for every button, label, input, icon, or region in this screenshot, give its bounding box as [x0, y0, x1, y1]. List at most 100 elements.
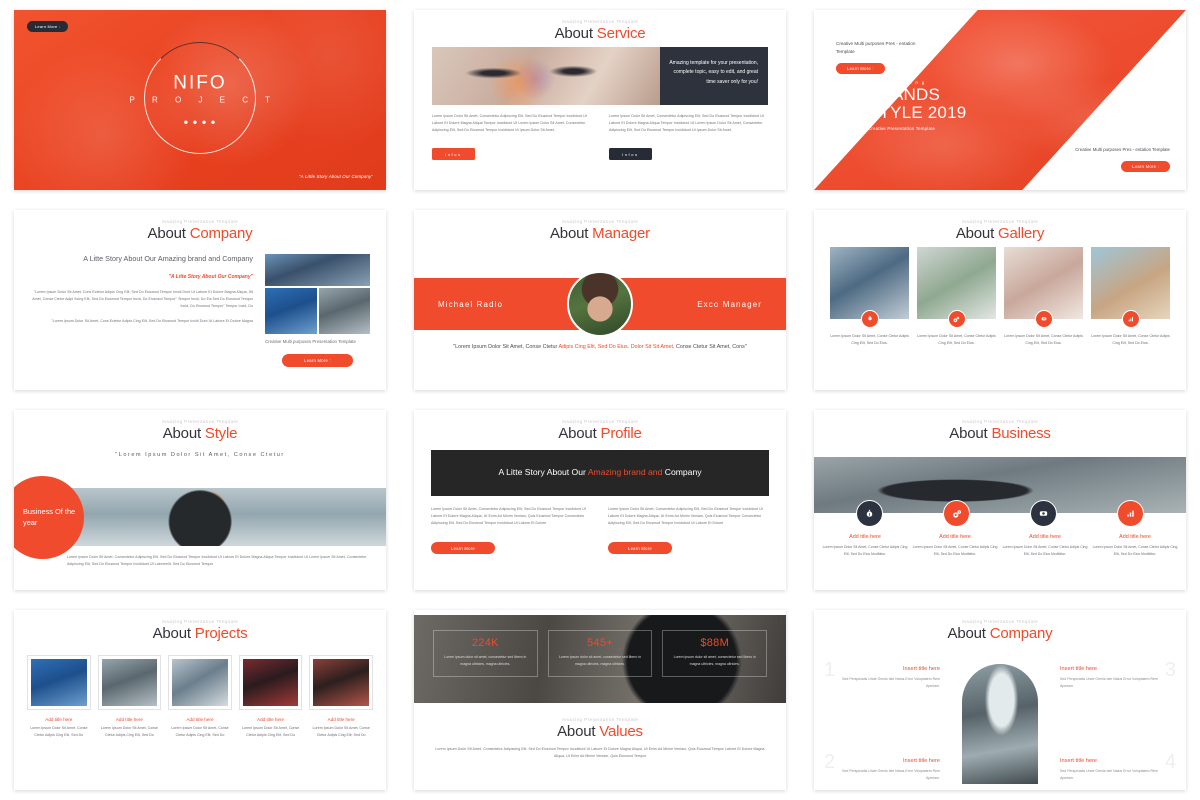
- stat-desc: Lorem ipsum dolor sit amet, consectetur …: [444, 655, 527, 666]
- slide-about-projects[interactable]: Amazing Presentation Template About Proj…: [14, 610, 386, 790]
- text-column: A Litte Story About Our Amazing brand an…: [30, 254, 253, 367]
- infos-button-dark[interactable]: Infos: [609, 147, 652, 161]
- body-left: Lorem Ipsum Dolor Sit Amet, Consectetur …: [432, 114, 587, 133]
- headline-block: p r e s e n t i n g BRANDS STYLE 2019 Cr…: [868, 80, 966, 131]
- hero-photo: [54, 488, 386, 546]
- projects-row: Add title here Lorem Ipsum Dolor Sit Ame…: [27, 655, 373, 740]
- page-title: About Company: [14, 226, 386, 241]
- stat-card: 545+ Lorem ipsum dolor sit amet, consect…: [547, 630, 653, 677]
- item-desc: Sed Perspiciatis Unde Omnis Iste Natus E…: [1060, 769, 1158, 780]
- title-plain: About: [162, 425, 201, 442]
- gallery-caption: Lorem Ipsum Dolor Sit Amet, Conse Ctetur…: [830, 334, 909, 345]
- project-item[interactable]: Add title here Lorem Ipsum Dolor Sit Ame…: [97, 655, 162, 740]
- slide-about-values[interactable]: 224K Lorem ipsum dolor sit amet, consect…: [414, 610, 786, 790]
- gallery-item[interactable]: Lorem Ipsum Dolor Sit Amet, Conse Ctetur…: [1091, 247, 1170, 347]
- bottom-learn-more-button[interactable]: Learn More :: [1121, 160, 1170, 173]
- title-plain: About: [152, 625, 191, 642]
- page-title: About Style: [14, 426, 386, 441]
- chat-icon[interactable]: [1030, 500, 1057, 527]
- page-title: About Profile: [414, 426, 786, 441]
- item-desc: Sed Perspiciatis Unde Omnis Iste Natus E…: [1060, 677, 1158, 688]
- item-number: 1: [824, 659, 836, 681]
- body-columns: Lorem Ipsum Dolor Sit Amet, Consectetur …: [432, 113, 768, 135]
- project-desc: Lorem Ipsum Dolor Sit Amet, Conse Ctetur…: [312, 726, 370, 738]
- chart-icon[interactable]: [1117, 500, 1144, 527]
- slide-about-service[interactable]: Amazing Presentation Template About Serv…: [414, 10, 786, 190]
- stats-row: 224K Lorem ipsum dolor sit amet, consect…: [414, 630, 786, 677]
- title-plain: About: [955, 225, 995, 242]
- gallery-item[interactable]: Lorem Ipsum Dolor Sit Amet, Conse Ctetur…: [1004, 247, 1083, 347]
- eyebrow: Amazing Presentation Template: [161, 419, 239, 424]
- project-title: Add title here: [327, 717, 355, 722]
- learn-more-button-left[interactable]: Learn More: [431, 541, 495, 555]
- slide-about-manager[interactable]: Amazing Presentation Template About Mana…: [414, 210, 786, 390]
- button-slot-right: Infos: [609, 143, 768, 161]
- item-desc: Lorem Ipsum Dolor Sit Amet, Conse Ctetur…: [1002, 545, 1088, 556]
- headline-line-1: BRANDS: [868, 85, 941, 104]
- page-title: About Service: [414, 26, 786, 41]
- business-item: Add title here Lorem Ipsum Dolor Sit Ame…: [820, 534, 910, 558]
- title-plain: About: [557, 723, 596, 740]
- banner-text: A Litte Story About Our Amazing brand an…: [498, 466, 701, 479]
- business-item: Add title here Lorem Ipsum Dolor Sit Ame…: [910, 534, 1000, 558]
- photo-frame: [238, 655, 303, 710]
- item-desc: Lorem Ipsum Dolor Sit Amet, Conse Ctetur…: [822, 545, 908, 556]
- learn-more-button[interactable]: Learn More :: [27, 21, 69, 32]
- body-left: Lorem Ipsum Dolor Sit Amet, Consectetur …: [431, 507, 586, 526]
- stat-number: 545+: [587, 637, 613, 649]
- slide-brands-style-2019[interactable]: Creative Multi purposes Pres - entation …: [814, 10, 1186, 190]
- brand-lockup: NIFO P R O J E C T ● ● ● ●: [14, 74, 386, 127]
- title-plain: About: [554, 25, 593, 42]
- gallery-photo: [917, 247, 996, 328]
- banner-accent-2: and: [648, 467, 663, 478]
- eyebrow: Amazing Presentation Template: [561, 19, 639, 24]
- quote-accent-1: Adipis Cing Elit, Sed Do Eius.: [558, 344, 630, 350]
- item-title: Add title here: [849, 534, 881, 540]
- photo-frame: [97, 655, 162, 710]
- slide-cell-about-style: Amazing Presentation Template About Styl…: [0, 400, 400, 600]
- project-item[interactable]: Add title here Lorem Ipsum Dolor Sit Ame…: [238, 655, 303, 740]
- slide-cell-about-business: Amazing Presentation Template About Busi…: [800, 400, 1200, 600]
- label-row: Add title here Lorem Ipsum Dolor Sit Ame…: [814, 534, 1186, 558]
- body-columns: Lorem Ipsum Dolor Sit Amet, Consectetur …: [431, 506, 769, 528]
- eyebrow: Amazing Presentation Template: [961, 619, 1039, 624]
- photo-frame: [168, 655, 232, 710]
- title-plain: About: [550, 225, 589, 242]
- slide-about-company-1[interactable]: Amazing Presentation Template About Comp…: [14, 210, 386, 390]
- eyebrow: Amazing Presentation Template: [961, 219, 1039, 224]
- project-item[interactable]: Add title here Lorem Ipsum Dolor Sit Ame…: [27, 655, 91, 740]
- slide-about-profile[interactable]: Amazing Presentation Template About Prof…: [414, 410, 786, 590]
- photo-wide: [265, 254, 370, 286]
- slide-nifo-project[interactable]: Learn More : NIFO P R O J E C T ● ● ● ● …: [14, 10, 386, 190]
- company-item: 3 Insert title here Sed Perspiciatis Und…: [1060, 660, 1176, 690]
- stat-card: 224K Lorem ipsum dolor sit amet, consect…: [433, 630, 538, 677]
- page-title: About Projects: [14, 626, 386, 641]
- photo-small-2: [318, 288, 370, 334]
- top-learn-more-button[interactable]: Learn More :: [836, 62, 885, 75]
- media-column: Creative Multi purposes Presentation Tem…: [265, 254, 370, 367]
- project-title: Add title here: [45, 717, 73, 722]
- slide-cell-about-gallery: Amazing Presentation Template About Gall…: [800, 200, 1200, 400]
- body-right: Lorem Ipsum Dolor Sit Amet, Consectetur …: [609, 114, 764, 133]
- stat-desc: Lorem ipsum dolor sit amet, consectetur …: [558, 655, 642, 666]
- profile-banner: A Litte Story About Our Amazing brand an…: [431, 450, 769, 496]
- manager-quote: "Lorem Ipsum Dolor Sit Amet, Conse Ctetu…: [434, 342, 766, 353]
- gears-icon[interactable]: [943, 500, 970, 527]
- button-slot-left: Learn More: [431, 537, 592, 555]
- slide-about-business[interactable]: Amazing Presentation Template About Busi…: [814, 410, 1186, 590]
- item-title: Add title here: [1119, 534, 1151, 540]
- infos-button-primary[interactable]: Infos: [432, 147, 475, 161]
- project-item[interactable]: Add title here Lorem Ipsum Dolor Sit Ame…: [309, 655, 373, 740]
- slide-about-company-2[interactable]: Amazing Presentation Template About Comp…: [814, 610, 1186, 790]
- gallery-item[interactable]: Lorem Ipsum Dolor Sit Amet, Conse Ctetur…: [830, 247, 909, 347]
- money-bag-icon[interactable]: [856, 500, 883, 527]
- gallery-item[interactable]: Lorem Ipsum Dolor Sit Amet, Conse Ctetur…: [917, 247, 996, 347]
- project-desc: Lorem Ipsum Dolor Sit Amet, Conse Ctetur…: [30, 726, 88, 738]
- slide-about-gallery[interactable]: Amazing Presentation Template About Gall…: [814, 210, 1186, 390]
- slide-cell-about-profile: Amazing Presentation Template About Prof…: [400, 400, 800, 600]
- project-item[interactable]: Add title here Lorem Ipsum Dolor Sit Ame…: [168, 655, 232, 740]
- learn-more-button[interactable]: Learn More :: [282, 354, 353, 367]
- project-desc: Lorem Ipsum Dolor Sit Amet, Conse Ctetur…: [100, 726, 159, 738]
- learn-more-button-right[interactable]: Learn More: [608, 541, 672, 555]
- slide-about-style[interactable]: Amazing Presentation Template About Styl…: [14, 410, 386, 590]
